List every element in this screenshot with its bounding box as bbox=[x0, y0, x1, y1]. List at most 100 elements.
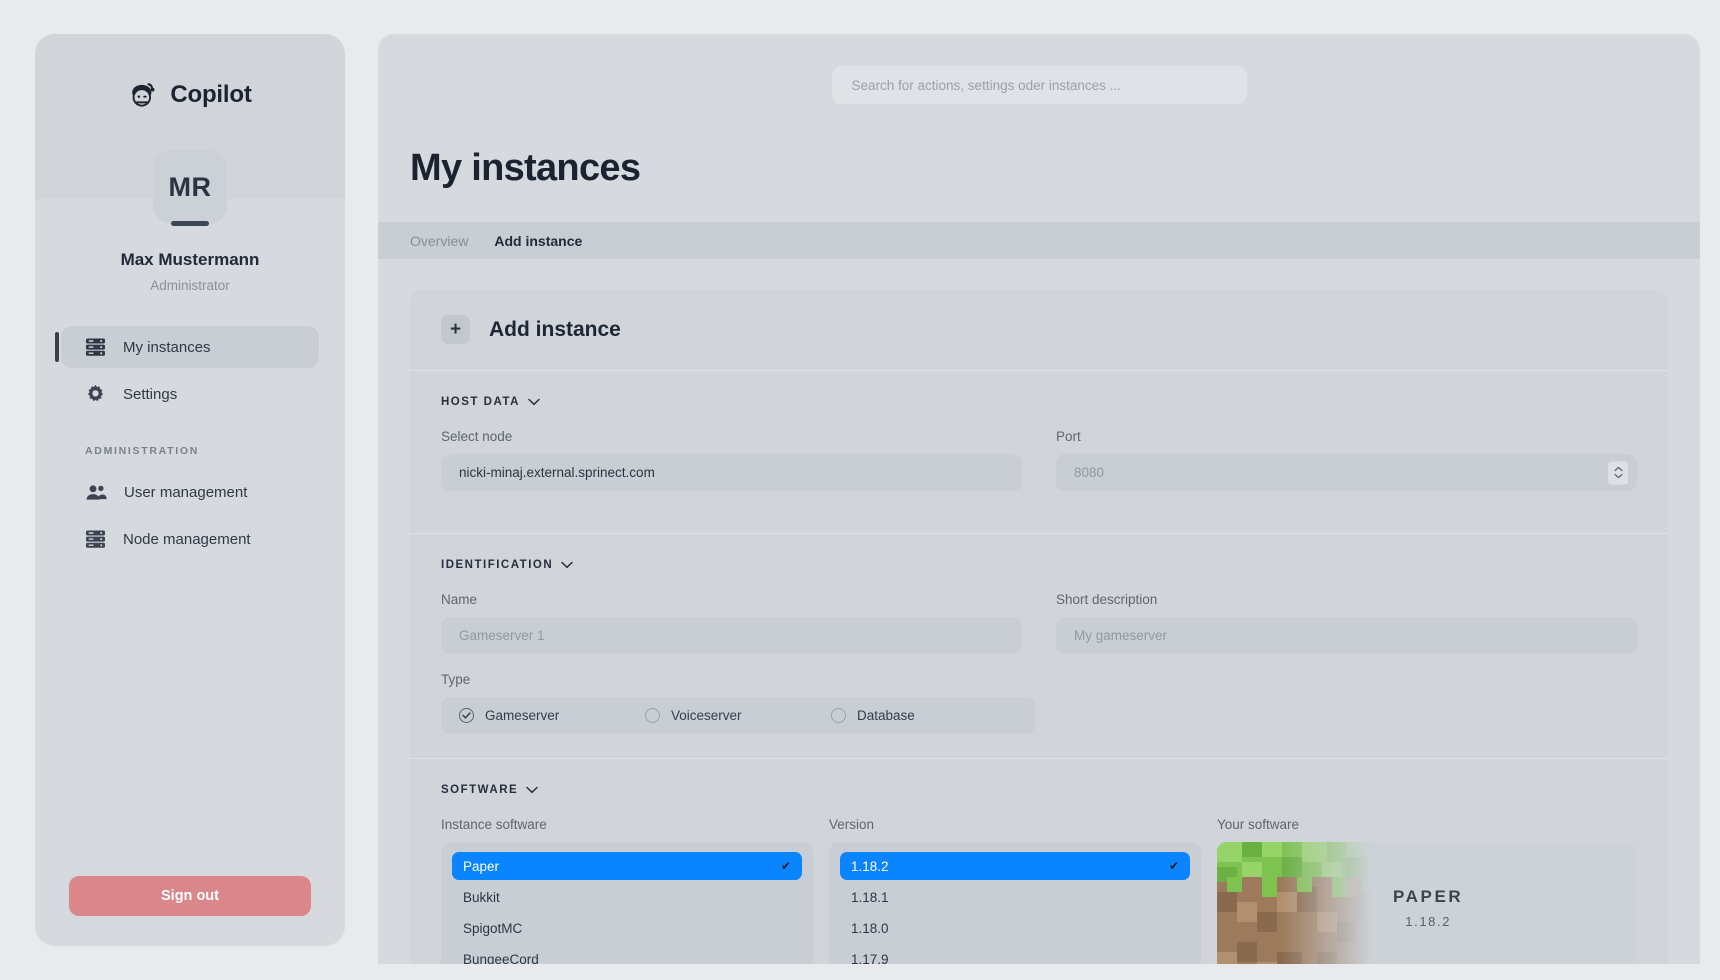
short-description-field: Short description bbox=[1056, 592, 1637, 672]
option-label: 1.18.1 bbox=[851, 889, 889, 905]
select-node-input[interactable] bbox=[441, 454, 1022, 491]
radio-label: Voiceserver bbox=[671, 708, 742, 723]
name-field: Name bbox=[441, 592, 1022, 654]
avatar-initials: MR bbox=[168, 171, 212, 202]
radio-empty-icon bbox=[831, 708, 846, 723]
option-label: SpigotMC bbox=[463, 920, 523, 936]
version-label: Version bbox=[829, 817, 875, 832]
gear-icon bbox=[85, 384, 106, 405]
users-icon bbox=[85, 483, 107, 502]
option-paper[interactable]: Paper ✔ bbox=[452, 852, 802, 880]
user-name: Max Mustermann bbox=[120, 250, 260, 269]
sign-out-button[interactable]: Sign out bbox=[69, 876, 311, 916]
option-bungeecord[interactable]: BungeeCord bbox=[452, 945, 802, 965]
main-panel: My instances Overview Add instance + Add… bbox=[378, 34, 1700, 964]
radio-empty-icon bbox=[645, 708, 660, 723]
sidebar-item-my-instances[interactable]: My instances bbox=[55, 326, 319, 368]
radio-label: Database bbox=[857, 708, 915, 723]
sidebar-item-label: User management bbox=[124, 483, 248, 501]
instance-software-listbox[interactable]: Paper ✔ Bukkit SpigotMC BungeeCord bbox=[441, 842, 813, 964]
search-input[interactable] bbox=[831, 66, 1247, 104]
server-stack-icon bbox=[85, 529, 106, 549]
radio-check-icon bbox=[459, 708, 474, 723]
host-data-fields: Select node Port bbox=[441, 429, 1637, 509]
app-root: Copilot MR Max Mustermann Administrator bbox=[0, 0, 1720, 980]
minecraft-grass-block-icon bbox=[1217, 842, 1377, 964]
tab-add-instance[interactable]: Add instance bbox=[494, 233, 582, 249]
section-label: IDENTIFICATION bbox=[441, 559, 554, 571]
software-columns: Instance software Paper ✔ Bukkit SpigotM… bbox=[441, 817, 1637, 964]
select-node-label: Select node bbox=[441, 429, 513, 444]
host-data-section: HOST DATA Select node P bbox=[410, 370, 1668, 533]
software-preview-text: PAPER 1.18.2 bbox=[1393, 887, 1463, 929]
brand-name: Copilot bbox=[170, 81, 252, 108]
server-stack-icon bbox=[85, 337, 106, 357]
content-area: + Add instance HOST DATA Select node nic… bbox=[378, 259, 1700, 964]
option-label: Paper bbox=[463, 858, 500, 874]
radio-label: Gameserver bbox=[485, 708, 560, 723]
port-label: Port bbox=[1056, 429, 1081, 444]
check-icon: ✔ bbox=[780, 859, 791, 873]
option-1-18-1[interactable]: 1.18.1 bbox=[840, 883, 1190, 911]
sidebar: Copilot MR Max Mustermann Administrator bbox=[35, 34, 345, 946]
chevron-down-icon bbox=[528, 393, 540, 411]
name-input[interactable] bbox=[441, 617, 1022, 654]
select-node-field: Select node bbox=[441, 429, 1022, 491]
option-spigotmc[interactable]: SpigotMC bbox=[452, 914, 802, 942]
instance-software-column: Instance software Paper ✔ Bukkit SpigotM… bbox=[441, 817, 813, 964]
add-instance-card: + Add instance HOST DATA Select node nic… bbox=[410, 289, 1668, 964]
radio-gameserver[interactable]: Gameserver bbox=[459, 708, 645, 723]
port-number-stepper[interactable] bbox=[1608, 461, 1628, 484]
option-1-18-0[interactable]: 1.18.0 bbox=[840, 914, 1190, 942]
radio-database[interactable]: Database bbox=[831, 708, 1017, 723]
option-label: 1.18.0 bbox=[851, 920, 889, 936]
host-data-section-header[interactable]: HOST DATA bbox=[441, 393, 1637, 411]
option-label: BungeeCord bbox=[463, 951, 539, 965]
page-title: My instances bbox=[410, 147, 641, 189]
identification-section-header[interactable]: IDENTIFICATION bbox=[441, 556, 1637, 574]
sidebar-item-label: My instances bbox=[123, 338, 211, 356]
port-input[interactable] bbox=[1056, 454, 1637, 491]
avatar: MR bbox=[153, 150, 227, 224]
option-label: Bukkit bbox=[463, 889, 500, 905]
section-label: HOST DATA bbox=[441, 396, 520, 408]
option-1-18-2[interactable]: 1.18.2 ✔ bbox=[840, 852, 1190, 880]
port-field: Port bbox=[1056, 429, 1637, 509]
short-description-input[interactable] bbox=[1056, 617, 1637, 654]
your-software-label: Your software bbox=[1217, 817, 1300, 832]
chevron-down-icon bbox=[561, 556, 573, 574]
type-field-row: Type Gameserver Voiceserver Database bbox=[441, 672, 1637, 734]
plus-icon[interactable]: + bbox=[441, 315, 470, 344]
short-description-label: Short description bbox=[1056, 592, 1158, 607]
software-section: SOFTWARE Instance software Paper ✔ Bukki… bbox=[410, 758, 1668, 964]
version-column: Version 1.18.2 ✔ 1.18.1 1.18.0 1.17.9 bbox=[829, 817, 1201, 964]
check-icon: ✔ bbox=[1168, 859, 1179, 873]
radio-voiceserver[interactable]: Voiceserver bbox=[645, 708, 831, 723]
sidebar-item-label: Node management bbox=[123, 530, 251, 548]
version-listbox[interactable]: 1.18.2 ✔ 1.18.1 1.18.0 1.17.9 bbox=[829, 842, 1201, 964]
name-label: Name bbox=[441, 592, 478, 607]
sidebar-section-title: ADMINISTRATION bbox=[85, 445, 200, 457]
sidebar-nav: My instances Settings ADMINISTRATION Use… bbox=[35, 326, 345, 565]
sidebar-item-node-management[interactable]: Node management bbox=[61, 518, 319, 560]
tab-overview[interactable]: Overview bbox=[410, 233, 468, 249]
software-section-header[interactable]: SOFTWARE bbox=[441, 781, 1637, 799]
preview-software-name: PAPER bbox=[1393, 887, 1464, 906]
identification-fields: Name Short description bbox=[441, 592, 1637, 672]
copilot-bot-icon bbox=[128, 81, 159, 110]
type-radio-group: Gameserver Voiceserver Database bbox=[441, 697, 1035, 734]
option-1-17-9[interactable]: 1.17.9 bbox=[840, 945, 1190, 965]
chevron-down-icon bbox=[526, 781, 538, 799]
sidebar-item-settings[interactable]: Settings bbox=[61, 373, 319, 415]
option-label: 1.18.2 bbox=[851, 858, 889, 874]
option-label: 1.17.9 bbox=[851, 951, 889, 965]
your-software-column: Your software PAPER 1.18.2 bbox=[1217, 817, 1637, 964]
search-row bbox=[378, 34, 1700, 104]
type-label: Type bbox=[441, 672, 471, 687]
brand: Copilot bbox=[128, 74, 252, 116]
option-bukkit[interactable]: Bukkit bbox=[452, 883, 802, 911]
sidebar-item-user-management[interactable]: User management bbox=[61, 471, 319, 513]
tab-bar: Overview Add instance bbox=[378, 222, 1700, 259]
preview-software-version: 1.18.2 bbox=[1405, 914, 1452, 929]
type-field: Type Gameserver Voiceserver Database bbox=[441, 672, 1035, 734]
